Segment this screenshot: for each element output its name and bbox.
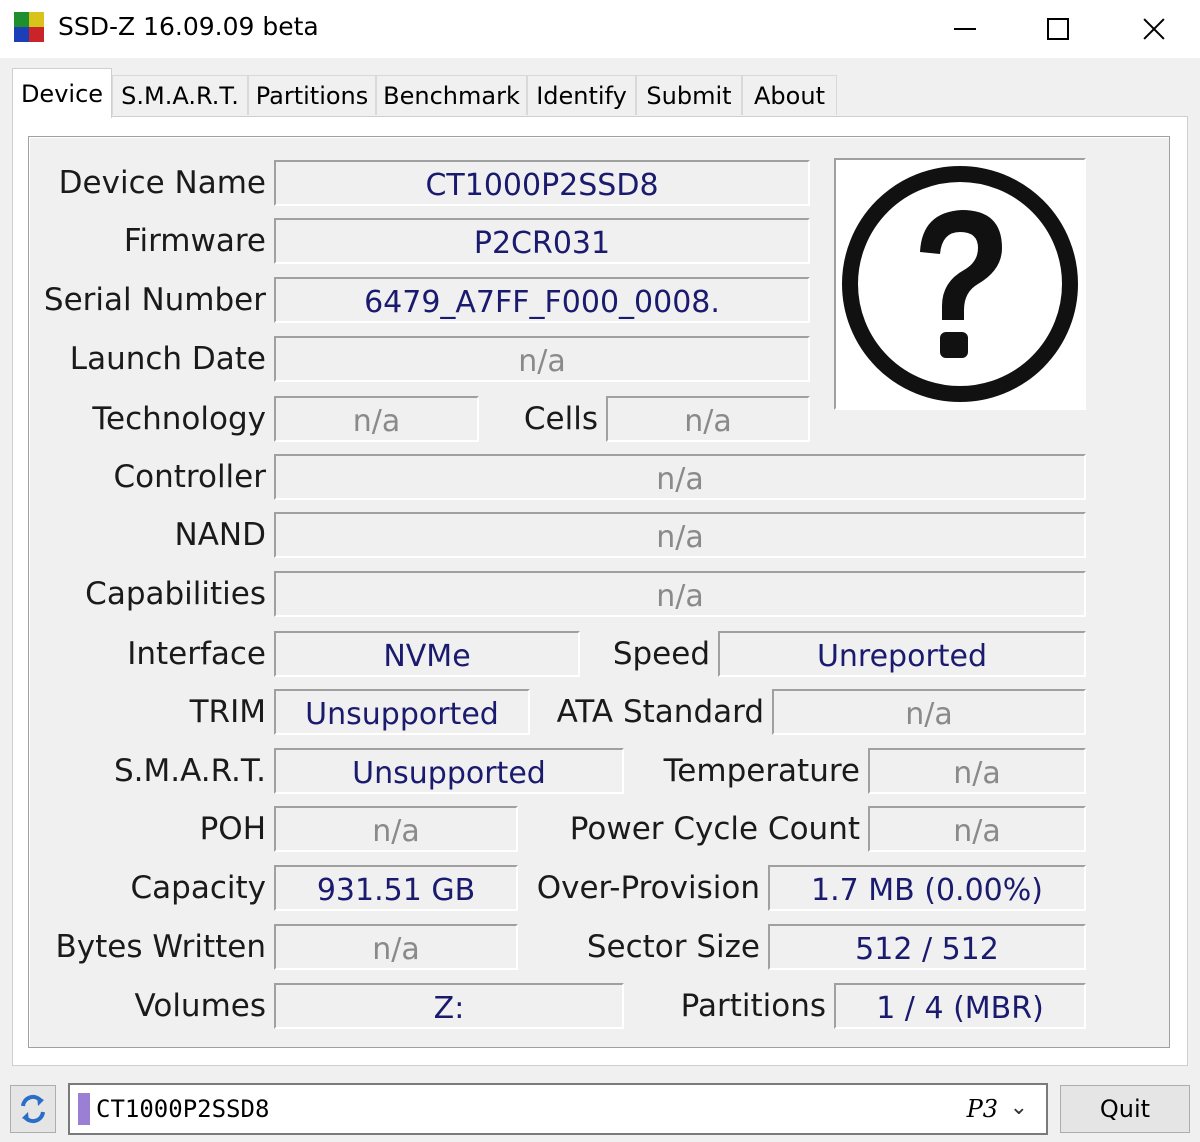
temperature-field: n/a — [868, 748, 1086, 794]
tab-partitions[interactable]: Partitions — [248, 75, 376, 115]
firmware-label: Firmware — [123, 223, 266, 259]
quit-button[interactable]: Quit — [1060, 1085, 1190, 1133]
partitions-label: Partitions — [680, 988, 826, 1024]
maximize-icon — [1047, 18, 1069, 40]
interface-field: NVMe — [274, 631, 580, 677]
controller-field: n/a — [274, 454, 1086, 500]
capabilities-field: n/a — [274, 571, 1086, 617]
close-button[interactable] — [1104, 0, 1196, 58]
volumes-field: Z: — [274, 983, 624, 1029]
smart-label: S.M.A.R.T. — [113, 753, 266, 789]
bytes-written-field: n/a — [274, 924, 518, 970]
title-bar: SSD-Z 16.09.09 beta — [0, 0, 1200, 58]
cells-label: Cells — [523, 401, 598, 437]
selected-drive-text: CT1000P2SSD8 — [96, 1095, 270, 1123]
capacity-field: 931.51 GB — [274, 865, 518, 911]
window-title: SSD-Z 16.09.09 beta — [58, 12, 319, 41]
device-name-field: CT1000P2SSD8 — [274, 160, 810, 206]
speed-label: Speed — [612, 636, 710, 672]
cells-field: n/a — [606, 396, 810, 442]
serial-number-field: 6479_A7FF_F000_0008. — [274, 277, 810, 323]
tab-submit[interactable]: Submit — [636, 75, 742, 115]
bytes-written-label: Bytes Written — [55, 929, 267, 965]
controller-label: Controller — [113, 459, 267, 495]
capacity-label: Capacity — [130, 870, 266, 906]
sector-size-label: Sector Size — [586, 929, 760, 965]
device-name-label: Device Name — [58, 165, 266, 201]
volumes-label: Volumes — [134, 988, 266, 1024]
sector-size-field: 512 / 512 — [768, 924, 1086, 970]
ata-standard-label: ATA Standard — [556, 694, 764, 730]
trim-label: TRIM — [189, 694, 266, 730]
technology-label: Technology — [92, 401, 266, 437]
serial-number-label: Serial Number — [43, 282, 266, 318]
tab-smart[interactable]: S.M.A.R.T. — [112, 75, 248, 115]
smart-field: Unsupported — [274, 748, 624, 794]
poh-field: n/a — [274, 806, 518, 852]
nand-label: NAND — [174, 517, 266, 553]
drive-tag: P3 — [966, 1095, 998, 1123]
temperature-label: Temperature — [663, 753, 860, 789]
maximize-button[interactable] — [1010, 0, 1102, 58]
refresh-icon — [21, 1094, 45, 1124]
power-cycle-count-label: Power Cycle Count — [569, 811, 860, 847]
power-cycle-count-field: n/a — [868, 806, 1086, 852]
speed-field: Unreported — [718, 631, 1086, 677]
tab-about[interactable]: About — [742, 75, 837, 115]
minimize-icon — [954, 28, 976, 30]
partitions-field: 1 / 4 (MBR) — [834, 983, 1086, 1029]
launch-date-field: n/a — [274, 336, 810, 382]
unknown-device-icon — [842, 166, 1078, 402]
refresh-button[interactable] — [10, 1085, 56, 1133]
over-provision-field: 1.7 MB (0.00%) — [768, 865, 1086, 911]
tab-benchmark[interactable]: Benchmark — [376, 75, 527, 115]
drive-color-marker — [78, 1093, 90, 1125]
minimize-button[interactable] — [918, 0, 1010, 58]
tab-device[interactable]: Device — [12, 68, 112, 118]
poh-label: POH — [199, 811, 266, 847]
nand-field: n/a — [274, 512, 1086, 558]
firmware-field: P2CR031 — [274, 218, 810, 264]
launch-date-label: Launch Date — [69, 341, 266, 377]
capabilities-label: Capabilities — [85, 576, 266, 612]
ata-standard-field: n/a — [772, 689, 1086, 735]
trim-field: Unsupported — [274, 689, 530, 735]
device-image — [834, 158, 1086, 410]
interface-label: Interface — [127, 636, 266, 672]
drive-select[interactable]: CT1000P2SSD8 P3 ⌄ — [68, 1083, 1048, 1135]
tab-identify[interactable]: Identify — [527, 75, 636, 115]
ssd-z-app-icon — [14, 12, 48, 46]
technology-field: n/a — [274, 396, 479, 442]
chevron-down-icon: ⌄ — [1009, 1095, 1028, 1120]
over-provision-label: Over-Provision — [536, 870, 760, 906]
